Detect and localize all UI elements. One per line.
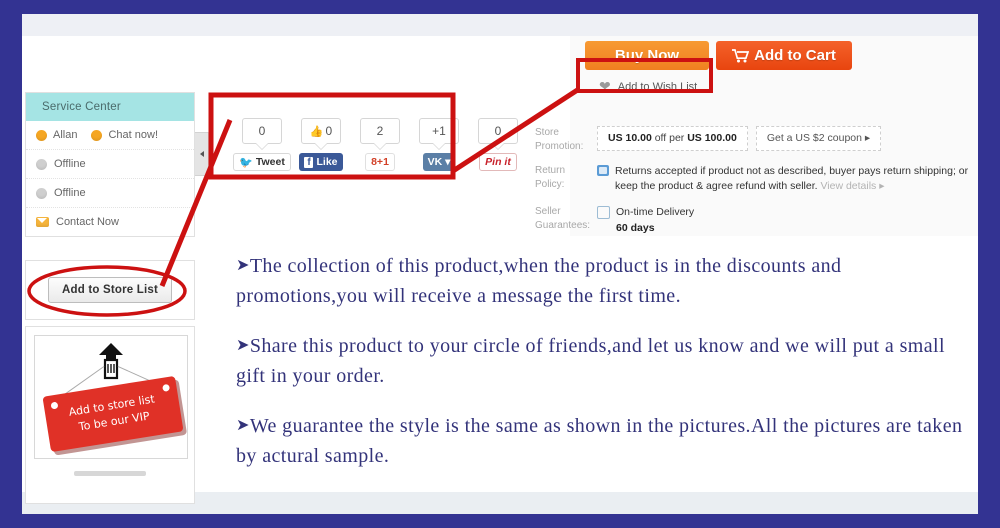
vk-icon: VK [427,156,443,168]
pinterest-button[interactable]: Pin it [479,153,517,171]
offline-status-icon [36,187,47,199]
return-policy-row: Return Policy: Returns accepted if produ… [535,164,978,194]
facebook-count-value: 0 [325,124,333,138]
add-to-store-list-button[interactable]: Add to Store List [47,277,173,303]
seller-guarantees-label: Seller Guarantees: [535,206,591,231]
agent-chat-now-label: Chat now! [108,129,158,141]
view-details-link[interactable]: View details ▸ [820,180,884,192]
pinterest-icon: Pin it [485,156,511,168]
note-3: ➤We guarantee the style is the same as s… [236,411,978,472]
note-2: ➤Share this product to your circle of fr… [236,331,978,392]
store-promotion-row: Store Promotion: US 10.00 off per US 100… [535,126,978,153]
promotion-chip-coupon[interactable]: Get a US $2 coupon ▸ [755,126,882,152]
delivery-days: 60 days [616,221,655,234]
delivery-title: On-time Delivery [616,206,695,219]
add-to-cart-button[interactable]: Add to Cart [716,41,852,70]
add-to-wish-list-label: Add to Wish List [617,80,698,93]
promo-amount-threshold: US 100.00 [687,132,737,144]
note-3-text: We guarantee the style is the same as sh… [236,414,963,467]
agent-offline-2-label: Offline [54,187,86,199]
share-item-googleplus[interactable]: 2 8+1 [354,118,406,171]
share-count-googleplus: 2 [360,118,400,144]
share-count-pinterest: 0 [478,118,518,144]
promotional-notes: ➤The collection of this product,when the… [236,251,978,490]
chevron-down-icon: ▾ [445,156,451,168]
top-band [22,14,978,36]
online-status-icon [91,129,103,141]
agent-allan[interactable]: Allan [36,129,77,141]
add-to-cart-label: Add to Cart [754,47,836,64]
share-count-twitter: 0 [242,118,282,144]
tweet-button[interactable]: 🐦 Tweet [233,153,291,171]
page-canvas: Service Center Allan Chat now! Offline O… [22,14,978,514]
tweet-label: Tweet [255,156,285,168]
chevron-left-icon [199,151,204,157]
add-to-wish-list-button[interactable]: ❤ Add to Wish List [590,75,706,98]
mail-icon [36,217,49,227]
promotion-chips: US 10.00 off per US 100.00 Get a US $2 c… [597,126,978,152]
vip-banner-panel: Add to store list To be our VIP [25,326,195,504]
vip-banner-scroll-indicator [74,471,146,476]
return-policy-label: Return Policy: [535,165,566,190]
vk-share-button[interactable]: VK ▾ [422,153,456,171]
share-item-vk[interactable]: +1 VK ▾ [413,118,465,171]
return-policy-text: Returns accepted if product not as descr… [615,165,969,193]
service-center-agents-row: Allan Chat now! [26,121,194,150]
share-item-pinterest[interactable]: 0 Pin it [472,118,524,171]
shopping-cart-icon [732,48,750,62]
twitter-icon: 🐦 [239,156,253,169]
social-share-widget: 0 🐦 Tweet 👍 0 f Like 2 8+1 +1 VK ▾ 0 Pin… [233,118,524,171]
offline-status-icon [36,158,47,170]
contact-now-row[interactable]: Contact Now [26,208,194,236]
page-frame: Service Center Allan Chat now! Offline O… [0,0,1000,528]
note-1: ➤The collection of this product,when the… [236,251,978,312]
service-center-title: Service Center [26,93,194,121]
agent-allan-label: Allan [53,129,78,141]
facebook-icon: f [304,156,314,168]
product-info-list: Store Promotion: US 10.00 off per US 100… [535,126,978,247]
delivery-clock-icon [597,206,610,220]
seller-guarantees-row: Seller Guarantees: On-time Delivery 60 d… [535,205,978,235]
share-item-twitter[interactable]: 0 🐦 Tweet [233,118,291,171]
buy-now-button[interactable]: Buy Now [585,41,709,70]
google-plus-button[interactable]: 8+1 [365,153,395,171]
agent-offline-1-label: Offline [54,158,86,170]
promo-amount-off: US 10.00 [608,132,652,144]
agent-offline-1[interactable]: Offline [26,150,194,179]
like-label: Like [316,156,338,168]
arrow-bullet-icon: ➤ [236,416,250,434]
sidebar-collapse-toggle[interactable] [195,132,209,176]
online-status-icon [36,129,47,141]
agent-chat-now[interactable]: Chat now! [91,129,158,141]
arrow-bullet-icon: ➤ [236,257,250,274]
return-policy-icon [597,165,609,176]
facebook-like-button[interactable]: f Like [299,153,343,171]
store-promotion-label: Store Promotion: [535,127,584,152]
service-center-panel: Service Center Allan Chat now! Offline O… [25,92,195,237]
note-2-text: Share this product to your circle of fri… [236,334,945,388]
google-plus-icon: 8+1 [371,156,389,168]
contact-now-label: Contact Now [56,216,119,228]
share-count-vk: +1 [419,118,459,144]
add-to-store-list-panel: Add to Store List [25,260,195,320]
note-1-text: The collection of this product,when the … [236,255,842,308]
thumbs-up-icon: 👍 [309,125,324,138]
vip-banner-image: Add to store list To be our VIP [34,335,188,459]
agent-offline-2[interactable]: Offline [26,179,194,208]
heart-icon: ❤ [599,78,611,94]
share-count-facebook: 👍 0 [301,118,341,144]
arrow-bullet-icon: ➤ [236,336,250,354]
share-item-facebook[interactable]: 👍 0 f Like [295,118,347,171]
promotion-chip-discount[interactable]: US 10.00 off per US 100.00 [597,126,748,152]
